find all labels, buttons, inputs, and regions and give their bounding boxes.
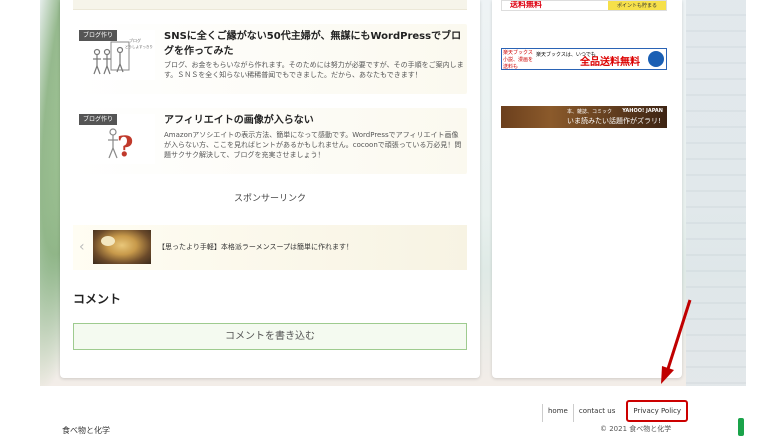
footer-link-contact[interactable]: contact us: [572, 404, 621, 422]
article-snippet: Amazonアソシエイトの表示方法、簡単になって感動です。WordPressでア…: [164, 131, 462, 159]
category-badge[interactable]: ブログ作り: [79, 114, 118, 125]
ramen-thumbnail: [93, 230, 151, 264]
footer-nav: home contact us Privacy Policy: [542, 400, 689, 422]
sponsor-label: スポンサーリンク: [233, 194, 306, 204]
ad-brand: YAHOO! JAPAN: [622, 108, 663, 114]
ad-banner-rakuten[interactable]: 楽天ブックス 小説、漫画を送料も 楽天ブックスは、いつでも 全品送料無料: [501, 48, 667, 70]
article-card-partial[interactable]: [73, 0, 467, 10]
article-thumbnail[interactable]: ブログ どうしよすっきり ブログ作り: [79, 30, 155, 80]
ad-left-text: 楽天ブックス 小説、漫画を送料も: [502, 49, 534, 70]
comment-heading: コメント: [73, 292, 122, 306]
glass-decoration: [686, 0, 746, 386]
ad-main-text: いま読みたい話題作がズラリ!: [567, 117, 661, 125]
footer-site-name[interactable]: 食べ物と化学: [62, 425, 110, 436]
article-snippet: ブログ、お金をもらいながら作れます。そのためには努力が必要ですが、その手順をご案…: [164, 61, 464, 79]
article-title[interactable]: SNSに全くご縁がない50代主婦が、無謀にもWordPressでブログを作ってみ…: [164, 29, 462, 59]
category-badge[interactable]: ブログ作り: [79, 30, 118, 41]
ad-side-text: ポイントも貯まる: [608, 1, 666, 10]
svg-text:どうしよすっきり: どうしよすっきり: [125, 44, 153, 49]
scroll-top-tab[interactable]: [738, 418, 744, 436]
chevron-left-icon: ‹: [79, 239, 85, 255]
article-title[interactable]: アフィリエイトの画像が入らない: [164, 113, 462, 128]
copyright: © 2021 食べ物と化学: [600, 425, 672, 433]
ad-banner-yahoo-books[interactable]: 本、雑誌、コミック いま読みたい話題作がズラリ! YAHOO! JAPAN: [501, 106, 667, 128]
footer-link-home[interactable]: home: [542, 404, 573, 422]
article-card[interactable]: ? ブログ作り アフィリエイトの画像が入らない Amazonアソシエイトの表示方…: [73, 108, 467, 174]
truck-icon: [648, 51, 664, 67]
ad-text: 送料無料: [510, 0, 542, 9]
write-comment-button[interactable]: コメントを書き込む: [73, 323, 467, 350]
svg-text:ブログ: ブログ: [129, 37, 141, 43]
prev-post-title[interactable]: 【思ったより手軽】本格派ラーメンスープは簡単に作れます！: [158, 242, 353, 252]
svg-text:?: ?: [117, 130, 133, 163]
ad-small-text: 本、雑誌、コミック: [567, 109, 613, 115]
footer-link-privacy[interactable]: Privacy Policy: [626, 400, 689, 422]
article-card[interactable]: ブログ どうしよすっきり ブログ作り SNSに全くご縁がない50代主婦が、無謀に…: [73, 24, 467, 94]
ad-big-text: 全品送料無料: [580, 57, 640, 68]
prev-post-link[interactable]: ‹ 【思ったより手軽】本格派ラーメンスープは簡単に作れます！: [73, 225, 467, 270]
ad-banner-shipping[interactable]: 送料無料 ポイントも貯まる: [501, 0, 667, 11]
article-thumbnail[interactable]: ? ブログ作り: [79, 114, 155, 164]
